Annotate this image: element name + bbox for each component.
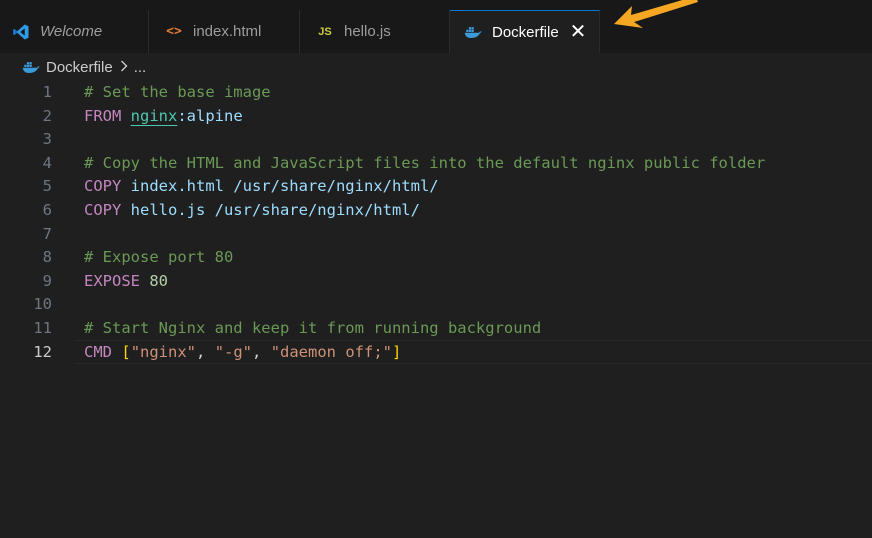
line-code: COPY hello.js /usr/share/nginx/html/ (84, 198, 420, 222)
code-token: COPY (84, 201, 122, 219)
code-line[interactable]: 11 # Start Nginx and keep it from running… (0, 316, 872, 340)
arrow-annotation-icon (614, 0, 698, 28)
code-line[interactable]: 5 COPY index.html /usr/share/nginx/html/ (0, 174, 872, 198)
breadcrumb: Dockerfile ... (0, 56, 872, 78)
code-token: , (252, 342, 271, 361)
tab-dockerfile[interactable]: Dockerfile ✕ (450, 10, 600, 53)
breadcrumb-file[interactable]: Dockerfile (46, 59, 113, 76)
line-code: # Set the base image (84, 80, 271, 104)
line-number: 9 (42, 271, 52, 290)
line-number: 8 (42, 248, 52, 267)
line-code: # Expose port 80 (84, 245, 233, 269)
code-token: "daemon off;" (270, 342, 393, 361)
line-code: FROM nginx:alpine (84, 104, 243, 128)
breadcrumb-more[interactable]: ... (134, 59, 147, 76)
line-number: 5 (42, 177, 52, 196)
code-token: , (196, 342, 215, 361)
line-number: 2 (42, 106, 52, 125)
code-token: [ (121, 342, 131, 361)
code-editor[interactable]: 1 # Set the base image 2 FROM nginx:alpine 3… (0, 80, 872, 538)
line-code: COPY index.html /usr/share/nginx/html/ (84, 174, 439, 198)
tab-welcome[interactable]: Welcome (0, 10, 149, 53)
code-token: 80 (149, 271, 169, 290)
code-token: FROM (84, 106, 122, 125)
line-number: 1 (42, 83, 52, 101)
code-token: EXPOSE (84, 271, 140, 290)
line-number: 7 (42, 224, 52, 243)
code-line[interactable]: 12 CMD ["nginx", "-g", "daemon off;"] (0, 339, 872, 364)
tab-label: Welcome (40, 23, 103, 40)
vscode-icon (12, 23, 30, 41)
code-line[interactable]: 10 (0, 292, 872, 316)
close-icon[interactable]: ✕ (567, 21, 589, 43)
tab-label: Dockerfile (492, 23, 559, 41)
code-line[interactable]: 4 # Copy the HTML and JavaScript files in… (0, 151, 872, 175)
line-code: # Copy the HTML and JavaScript files int… (84, 151, 765, 175)
code-token: CMD (84, 342, 112, 361)
code-line[interactable]: 9 EXPOSE 80 (0, 269, 872, 293)
chevron-right-icon (120, 59, 128, 76)
code-token: :alpine (177, 106, 243, 125)
code-token: COPY (84, 177, 122, 196)
line-code: EXPOSE 80 (84, 269, 168, 293)
js-icon: JS (318, 25, 332, 38)
code-token: # Start Nginx and keep it from running b… (84, 319, 542, 337)
code-token: ] (392, 342, 402, 361)
line-number: 6 (42, 201, 52, 219)
code-line[interactable]: 7 (0, 222, 872, 246)
code-token: nginx (130, 106, 178, 125)
code-token: "-g" (214, 342, 253, 361)
code-token: # Copy the HTML and JavaScript files int… (84, 153, 766, 172)
html-icon: <> (166, 24, 182, 39)
code-line[interactable]: 2 FROM nginx:alpine (0, 104, 872, 128)
docker-icon (464, 23, 482, 41)
tab-index-html[interactable]: <> index.html (149, 10, 300, 53)
line-number: 12 (33, 342, 52, 361)
line-code: CMD ["nginx", "-g", "daemon off;"] (84, 340, 401, 364)
code-line[interactable]: 3 (0, 127, 872, 151)
line-number: 3 (42, 130, 52, 149)
line-number: 4 (42, 153, 52, 172)
code-token: hello.js /usr/share/nginx/html/ (121, 201, 420, 219)
code-line[interactable]: 1 # Set the base image (0, 80, 872, 104)
tab-hello-js[interactable]: JS hello.js (300, 10, 450, 53)
code-line[interactable]: 6 COPY hello.js /usr/share/nginx/html/ (0, 198, 872, 222)
line-number: 11 (33, 319, 52, 337)
code-token: index.html /usr/share/nginx/html/ (121, 177, 439, 196)
tab-label: index.html (193, 23, 262, 40)
code-line[interactable]: 8 # Expose port 80 (0, 245, 872, 269)
code-token: # Set the base image (84, 83, 271, 101)
line-number: 10 (33, 295, 52, 314)
tab-bar: Welcome <> index.html JS hello.js Docker… (0, 0, 872, 53)
code-token: "nginx" (130, 342, 197, 361)
code-token: # Expose port 80 (84, 248, 234, 267)
tab-label: hello.js (344, 23, 391, 40)
docker-icon (22, 60, 40, 74)
line-code: # Start Nginx and keep it from running b… (84, 316, 541, 340)
